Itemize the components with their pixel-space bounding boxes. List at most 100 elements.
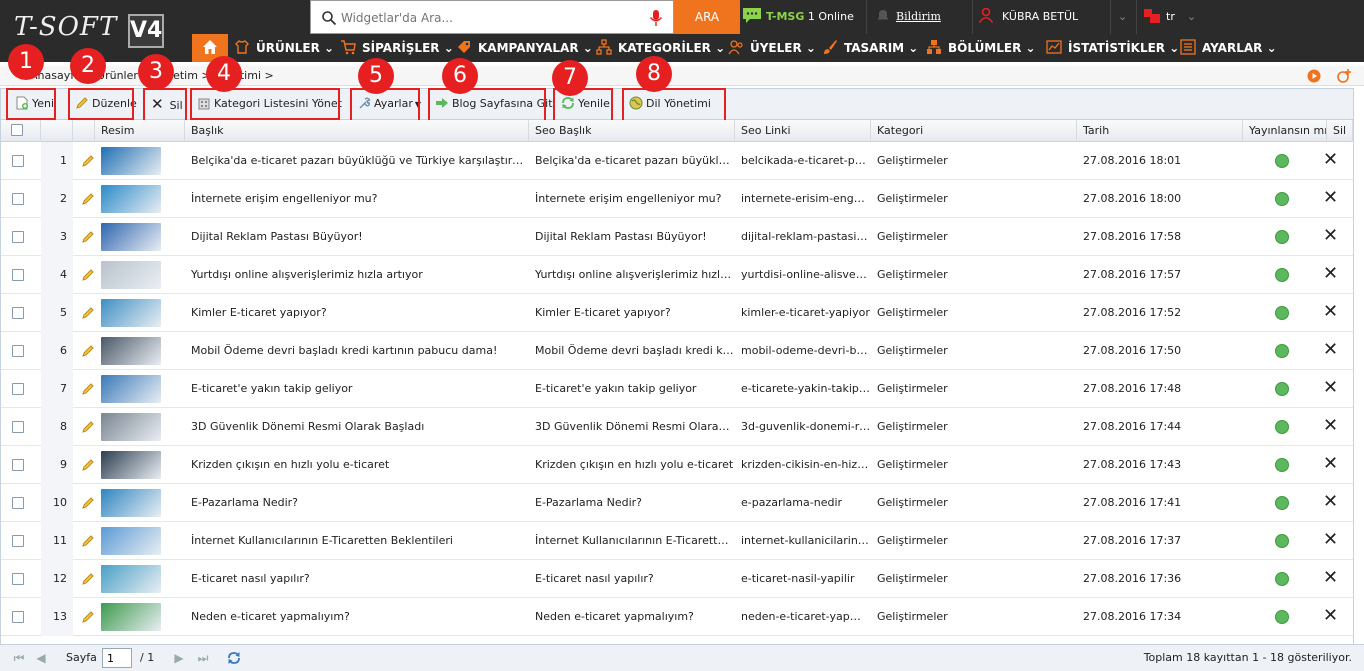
row-thumbnail[interactable] [101,565,161,593]
row-thumbnail[interactable] [101,603,161,631]
column-header-kategori[interactable]: Kategori [871,120,1077,142]
edit-pencil-icon[interactable] [81,610,95,624]
row-delete-icon[interactable]: ✕ [1323,416,1338,436]
row-delete-icon[interactable]: ✕ [1323,492,1338,512]
row-thumbnail[interactable] [101,299,161,327]
published-check-icon[interactable] [1275,154,1289,168]
nav-kampanyalar[interactable]: KAMPANYALAR ⌄ [456,34,593,62]
edit-pencil-icon[interactable] [81,534,95,548]
microphone-icon[interactable] [647,9,665,27]
row-thumbnail[interactable] [101,527,161,555]
row-checkbox[interactable] [12,535,24,547]
row-checkbox[interactable] [12,307,24,319]
column-header-baslik[interactable]: Başlık [185,120,529,142]
row-checkbox[interactable] [12,459,24,471]
user-menu[interactable]: KÜBRA BETÜL ALPAT [978,0,1108,57]
chevron-down-icon[interactable]: ⌄ [1118,0,1127,34]
edit-pencil-icon[interactable] [81,230,95,244]
table-row[interactable]: 12 E-ticaret nasıl yapılır? E-ticaret nası… [1,560,1353,598]
table-row[interactable]: 13 Neden e-ticaret yapmalıyım? Neden e-tic… [1,598,1353,636]
column-header-yayinlansin[interactable]: Yayınlansın mı? [1243,120,1327,142]
first-page-icon[interactable]: ⏮ [12,651,26,665]
next-page-icon[interactable]: ▶ [172,651,186,665]
select-all-checkbox[interactable] [11,124,23,136]
edit-pencil-icon[interactable] [81,306,95,320]
edit-pencil-icon[interactable] [81,192,95,206]
table-row[interactable]: 3 Dijital Reklam Pastası Büyüyor! Dijital … [1,218,1353,256]
edit-pencil-icon[interactable] [81,572,95,586]
row-thumbnail[interactable] [101,223,161,251]
prev-page-icon[interactable]: ◀ [34,651,48,665]
table-row[interactable]: 8 3D Güvenlik Dönemi Resmi Olarak Başladı… [1,408,1353,446]
row-thumbnail[interactable] [101,147,161,175]
published-check-icon[interactable] [1275,192,1289,206]
reload-icon[interactable] [226,650,242,666]
nav-bolumler[interactable]: BÖLÜMLER ⌄ [926,34,1036,62]
row-checkbox[interactable] [12,611,24,623]
row-thumbnail[interactable] [101,375,161,403]
row-thumbnail[interactable] [101,489,161,517]
published-check-icon[interactable] [1275,306,1289,320]
published-check-icon[interactable] [1275,496,1289,510]
table-row[interactable]: 11 İnternet Kullanıcılarının E-Ticaretten… [1,522,1353,560]
table-row[interactable]: 5 Kimler E-ticaret yapıyor? Kimler E-ticar… [1,294,1353,332]
row-thumbnail[interactable] [101,261,161,289]
row-checkbox[interactable] [12,383,24,395]
published-check-icon[interactable] [1275,610,1289,624]
nav-ayarlar[interactable]: AYARLAR ⌄ [1180,34,1277,62]
row-delete-icon[interactable]: ✕ [1323,530,1338,550]
table-row[interactable]: 7 E-ticaret'e yakın takip geliyor E-ticare… [1,370,1353,408]
edit-pencil-icon[interactable] [81,344,95,358]
row-checkbox[interactable] [12,269,24,281]
row-delete-icon[interactable]: ✕ [1323,454,1338,474]
nav-istatistikler[interactable]: İSTATİSTİKLER ⌄ [1046,34,1179,62]
row-checkbox[interactable] [12,421,24,433]
table-row[interactable]: 9 Krizden çıkışın en hızlı yolu e-ticaret… [1,446,1353,484]
play-icon[interactable] [1306,68,1322,84]
row-delete-icon[interactable]: ✕ [1323,606,1338,626]
column-header-resim[interactable]: Resim [95,120,185,142]
row-thumbnail[interactable] [101,451,161,479]
last-page-icon[interactable]: ⏭ [196,651,210,665]
row-delete-icon[interactable]: ✕ [1323,378,1338,398]
add-shortcut-icon[interactable] [1336,68,1352,84]
row-checkbox[interactable] [12,345,24,357]
nav-tasarim[interactable]: TASARIM ⌄ [822,34,918,62]
row-delete-icon[interactable]: ✕ [1323,340,1338,360]
language-selector[interactable]: tr ⌄ [1144,0,1214,34]
row-checkbox[interactable] [12,573,24,585]
published-check-icon[interactable] [1275,458,1289,472]
row-checkbox[interactable] [12,193,24,205]
edit-pencil-icon[interactable] [81,154,95,168]
edit-pencil-icon[interactable] [81,496,95,510]
row-delete-icon[interactable]: ✕ [1323,302,1338,322]
search-input[interactable] [341,7,641,29]
search-button[interactable]: ARA [674,0,740,34]
tmsg-status[interactable]: T-MSG 1 Online [742,0,862,34]
row-checkbox[interactable] [12,155,24,167]
table-row[interactable]: 6 Mobil Ödeme devri başladı kredi kartını… [1,332,1353,370]
row-delete-icon[interactable]: ✕ [1323,150,1338,170]
published-check-icon[interactable] [1275,420,1289,434]
edit-pencil-icon[interactable] [81,420,95,434]
edit-pencil-icon[interactable] [81,268,95,282]
published-check-icon[interactable] [1275,344,1289,358]
column-header-seo-linki[interactable]: Seo Linki [735,120,871,142]
nav-siparisler[interactable]: SİPARİŞLER ⌄ [340,34,454,62]
row-thumbnail[interactable] [101,185,161,213]
table-row[interactable]: 4 Yurtdışı online alışverişlerimiz hızla … [1,256,1353,294]
table-row[interactable]: 2 İnternete erişim engelleniyor mu? İntern… [1,180,1353,218]
row-thumbnail[interactable] [101,337,161,365]
table-row[interactable]: 10 E-Pazarlama Nedir? E-Pazarlama Nedir? e-… [1,484,1353,522]
published-check-icon[interactable] [1275,268,1289,282]
published-check-icon[interactable] [1275,572,1289,586]
row-delete-icon[interactable]: ✕ [1323,188,1338,208]
published-check-icon[interactable] [1275,382,1289,396]
page-number-input[interactable] [102,648,132,668]
row-thumbnail[interactable] [101,413,161,441]
row-delete-icon[interactable]: ✕ [1323,264,1338,284]
row-checkbox[interactable] [12,497,24,509]
edit-pencil-icon[interactable] [81,382,95,396]
row-checkbox[interactable] [12,231,24,243]
nav-urunler[interactable]: ÜRÜNLER ⌄ [234,34,334,62]
